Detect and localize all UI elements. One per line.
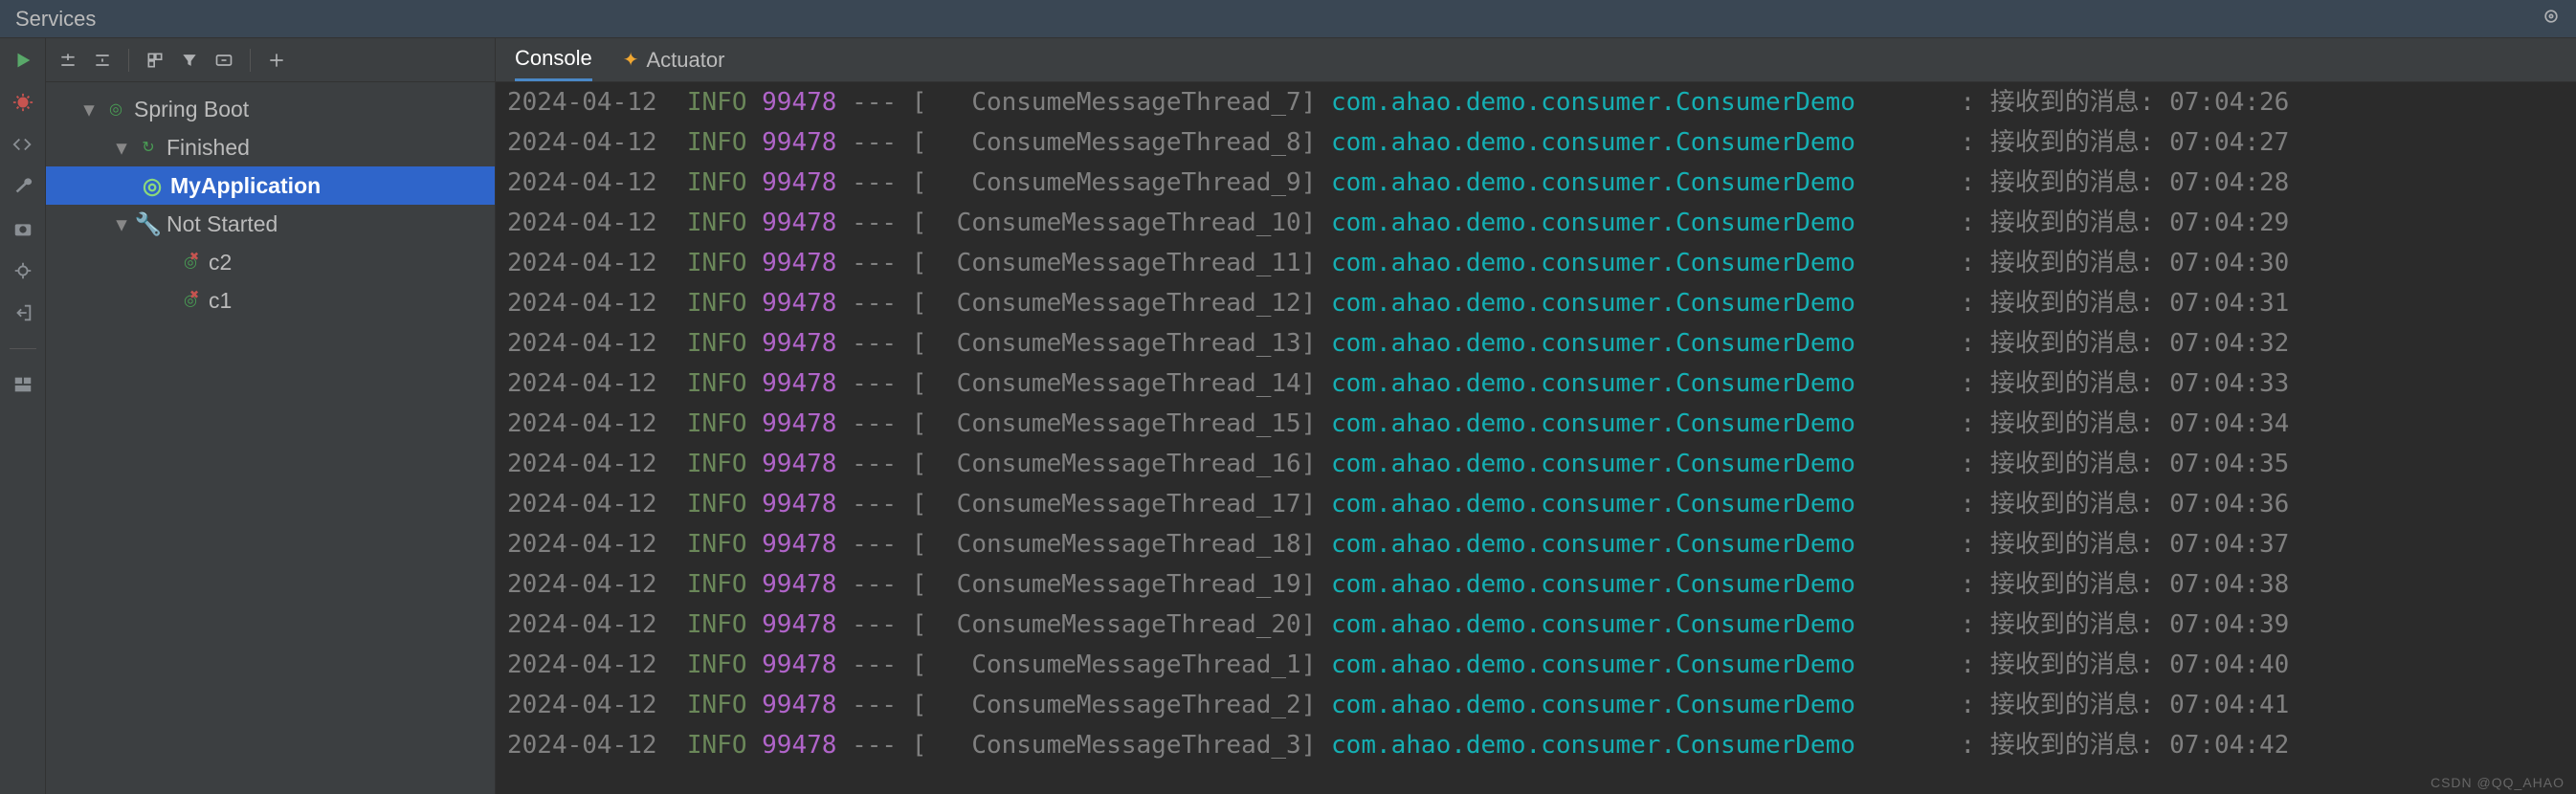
panel-header: Services [0,0,2576,38]
tree-label: Not Started [167,211,278,237]
wrench-icon: 🔧 [138,213,159,234]
bug2-icon[interactable] [11,258,35,283]
exit-icon[interactable] [11,300,35,325]
output-tabs: Console ✦ Actuator [496,38,2576,82]
services-tree[interactable]: ▾ ◎ Spring Boot ▾ ↻ Finished ◎ MyApplica… [46,82,495,320]
expand-all-icon[interactable] [54,46,82,75]
run-icon[interactable] [11,48,35,73]
debug-icon[interactable] [11,90,35,115]
separator [10,348,36,349]
tree-label: c2 [209,250,232,276]
services-tree-panel: ▾ ◎ Spring Boot ▾ ↻ Finished ◎ MyApplica… [46,38,496,794]
spring-stopped-icon: ◎✖ [180,252,201,273]
spring-icon: ◎ [105,99,126,120]
panel-title: Services [15,7,96,32]
filter-icon[interactable] [175,46,204,75]
left-gutter [0,38,46,794]
tab-actuator[interactable]: ✦ Actuator [623,38,725,81]
tab-label: Console [515,46,592,71]
separator [128,49,129,72]
tree-group-notstarted[interactable]: ▾ 🔧 Not Started [46,205,495,243]
config-icon[interactable] [11,132,35,157]
chevron-down-icon[interactable]: ▾ [80,97,98,122]
separator [250,49,251,72]
watermark: CSDN @QQ_AHAO [2431,775,2565,790]
settings-icon[interactable] [2542,7,2561,32]
chevron-down-icon[interactable]: ▾ [113,211,130,237]
layout-icon[interactable] [11,372,35,397]
spring-stopped-icon: ◎✖ [180,290,201,311]
tree-root-springboot[interactable]: ▾ ◎ Spring Boot [46,90,495,128]
wrench-icon[interactable] [11,174,35,199]
tab-label: Actuator [646,48,724,73]
tree-item-c1[interactable]: ◎✖ c1 [46,281,495,320]
actuator-icon: ✦ [623,48,639,72]
link-icon[interactable] [210,46,238,75]
main-pane: Console ✦ Actuator 2024-04-12 INFO 99478… [496,38,2576,794]
add-icon[interactable] [262,46,291,75]
tree-item-myapplication[interactable]: ◎ MyApplication [46,166,495,205]
spring-icon: ◎ [142,175,163,196]
tree-label: MyApplication [170,173,321,199]
restart-icon: ↻ [138,137,159,158]
tab-console[interactable]: Console [515,38,592,81]
console-output[interactable]: 2024-04-12 INFO 99478 --- [ ConsumeMessa… [496,82,2576,794]
tree-item-c2[interactable]: ◎✖ c2 [46,243,495,281]
tree-toolbar [46,38,495,82]
tree-label: Finished [167,135,250,161]
tree-group-finished[interactable]: ▾ ↻ Finished [46,128,495,166]
tree-label: Spring Boot [134,97,249,122]
group-icon[interactable] [141,46,169,75]
camera-icon[interactable] [11,216,35,241]
chevron-down-icon[interactable]: ▾ [113,135,130,161]
tree-label: c1 [209,288,232,314]
collapse-all-icon[interactable] [88,46,117,75]
